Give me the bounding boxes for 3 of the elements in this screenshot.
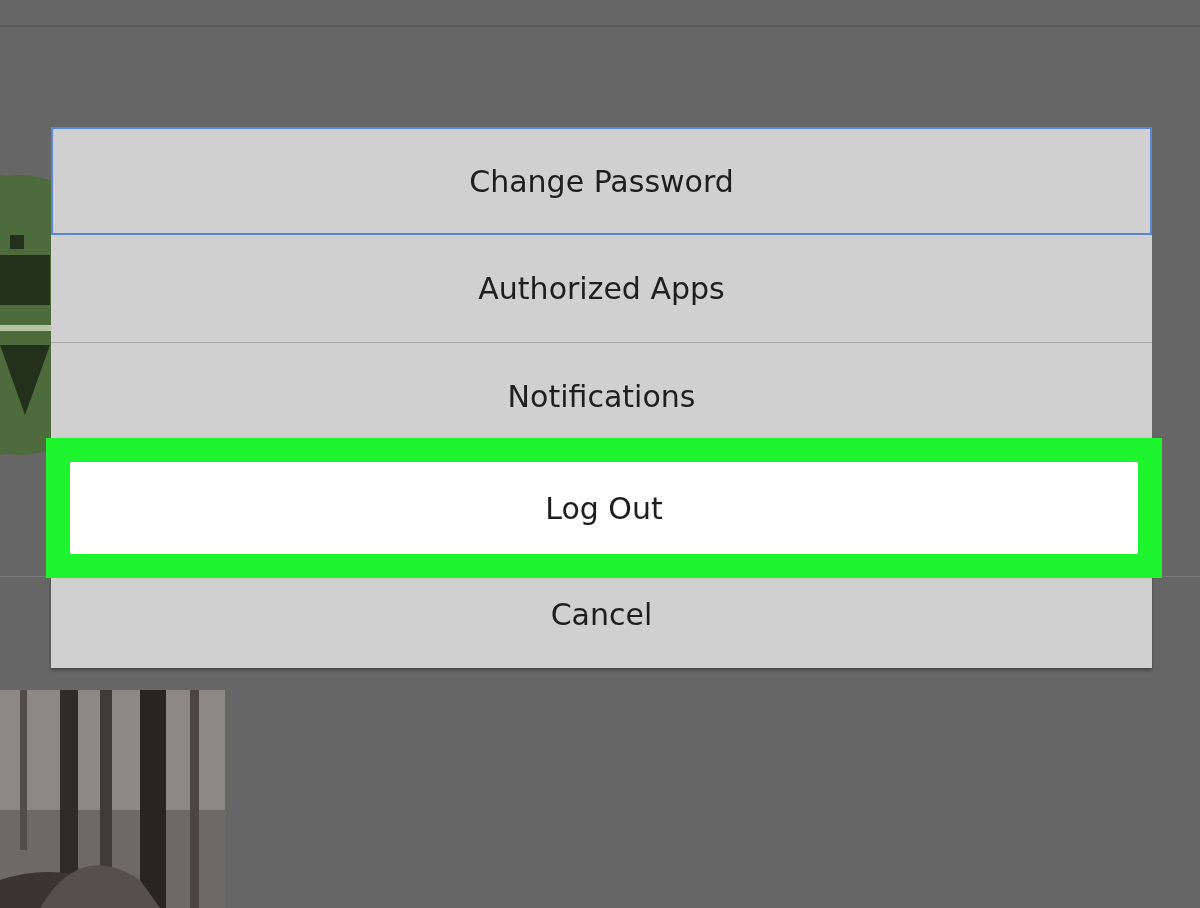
- menu-item[interactable]: Change Password: [51, 127, 1152, 235]
- menu-item[interactable]: Authorized Apps: [51, 235, 1152, 343]
- menu-item[interactable]: Log Out: [46, 438, 1162, 578]
